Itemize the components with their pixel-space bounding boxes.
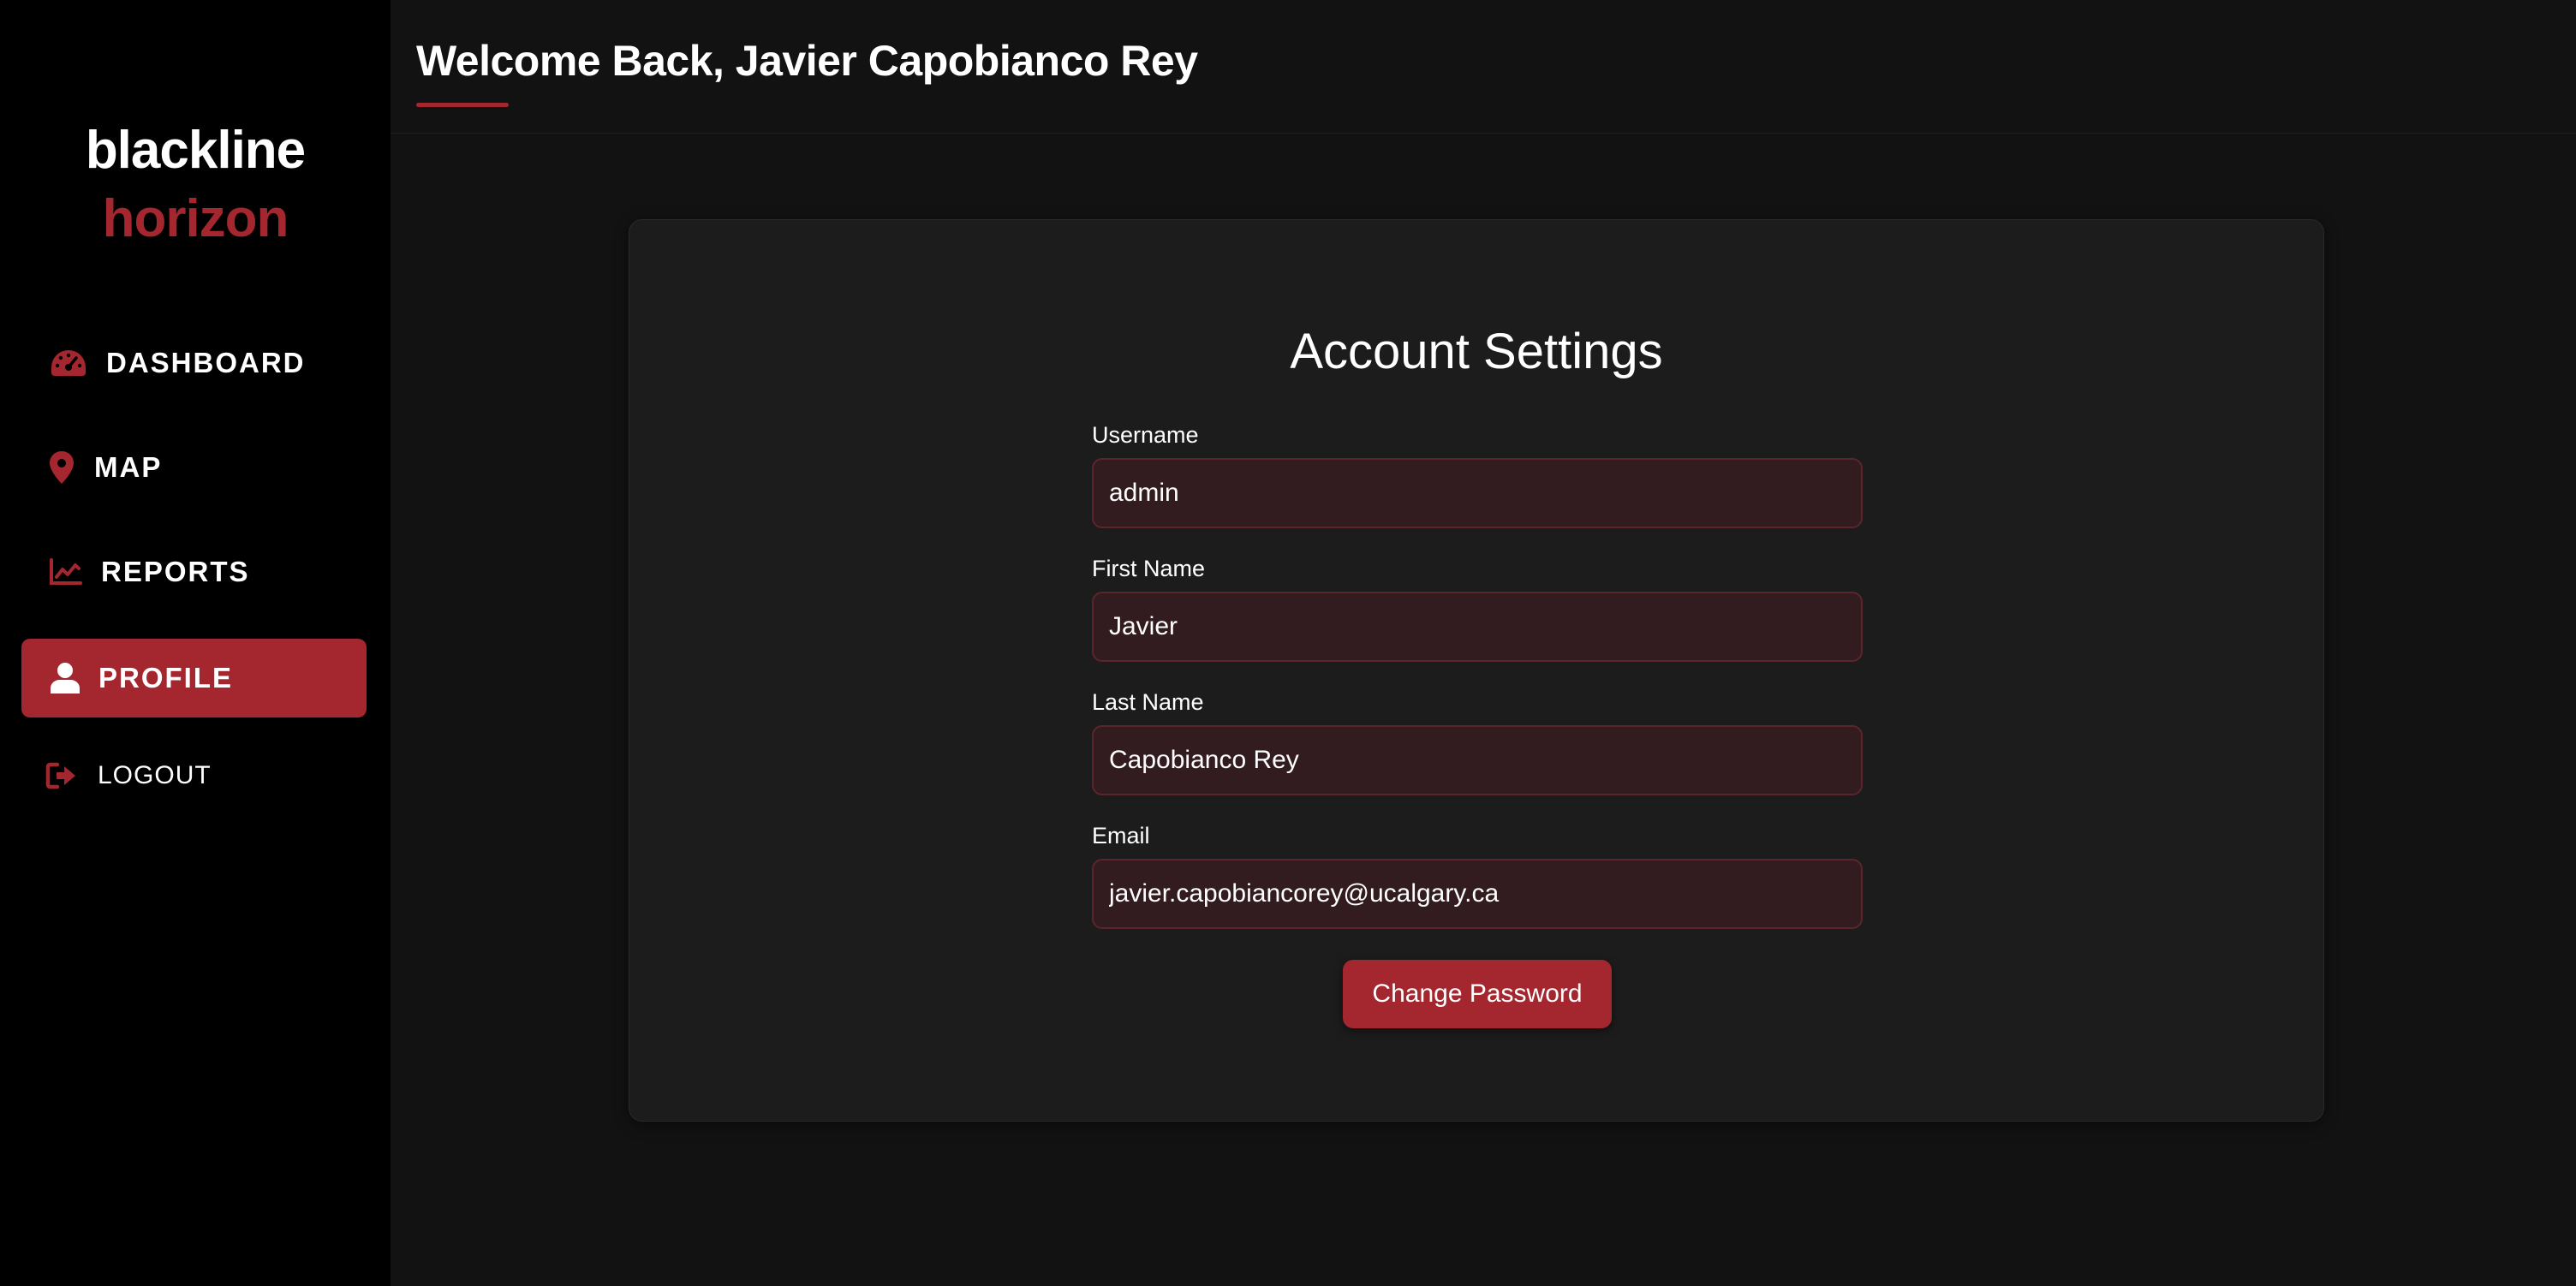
map-pin-icon (50, 451, 74, 484)
sidebar-item-label: LOGOUT (98, 761, 212, 789)
username-label: Username (1092, 422, 1199, 448)
page-title: Welcome Back, Javier Capobianco Rey (416, 37, 1198, 85)
first-name-field[interactable] (1092, 592, 1863, 662)
brand-name-secondary: horizon (102, 189, 289, 248)
logout-icon (45, 762, 78, 789)
line-chart-icon (50, 558, 82, 586)
change-password-button[interactable]: Change Password (1343, 960, 1612, 1028)
sidebar-item-label: REPORTS (101, 556, 250, 587)
account-settings-card: Account Settings Username First Name Las… (629, 219, 2324, 1122)
last-name-field[interactable] (1092, 725, 1863, 795)
sidebar-item-reports[interactable]: REPORTS (21, 533, 367, 611)
sidebar-item-label: MAP (94, 451, 163, 483)
card-title: Account Settings (1290, 324, 1663, 379)
sidebar-item-profile[interactable]: PROFILE (21, 639, 367, 717)
brand-name-primary: blackline (85, 121, 306, 180)
first-name-label: First Name (1092, 556, 1206, 581)
sidebar-item-logout[interactable]: LOGOUT (21, 736, 367, 815)
email-field[interactable] (1092, 859, 1863, 929)
last-name-label: Last Name (1092, 689, 1204, 715)
sidebar-item-map[interactable]: MAP (21, 428, 367, 507)
user-icon (51, 663, 80, 694)
page-header: Welcome Back, Javier Capobianco Rey (391, 0, 2576, 134)
sidebar-item-label: DASHBOARD (106, 347, 306, 378)
sidebar-item-label: PROFILE (98, 662, 234, 694)
sidebar-item-dashboard[interactable]: DASHBOARD (21, 324, 367, 402)
title-underline (416, 103, 509, 107)
username-field[interactable] (1092, 458, 1863, 528)
email-label: Email (1092, 823, 1150, 848)
speedometer-icon (50, 348, 87, 378)
brand-logo[interactable]: blackline horizon (0, 116, 391, 253)
app-root: blackline horizon DASHBOARD MAP REPORTS … (0, 0, 2576, 1286)
sidebar: blackline horizon DASHBOARD MAP REPORTS … (0, 0, 391, 1286)
